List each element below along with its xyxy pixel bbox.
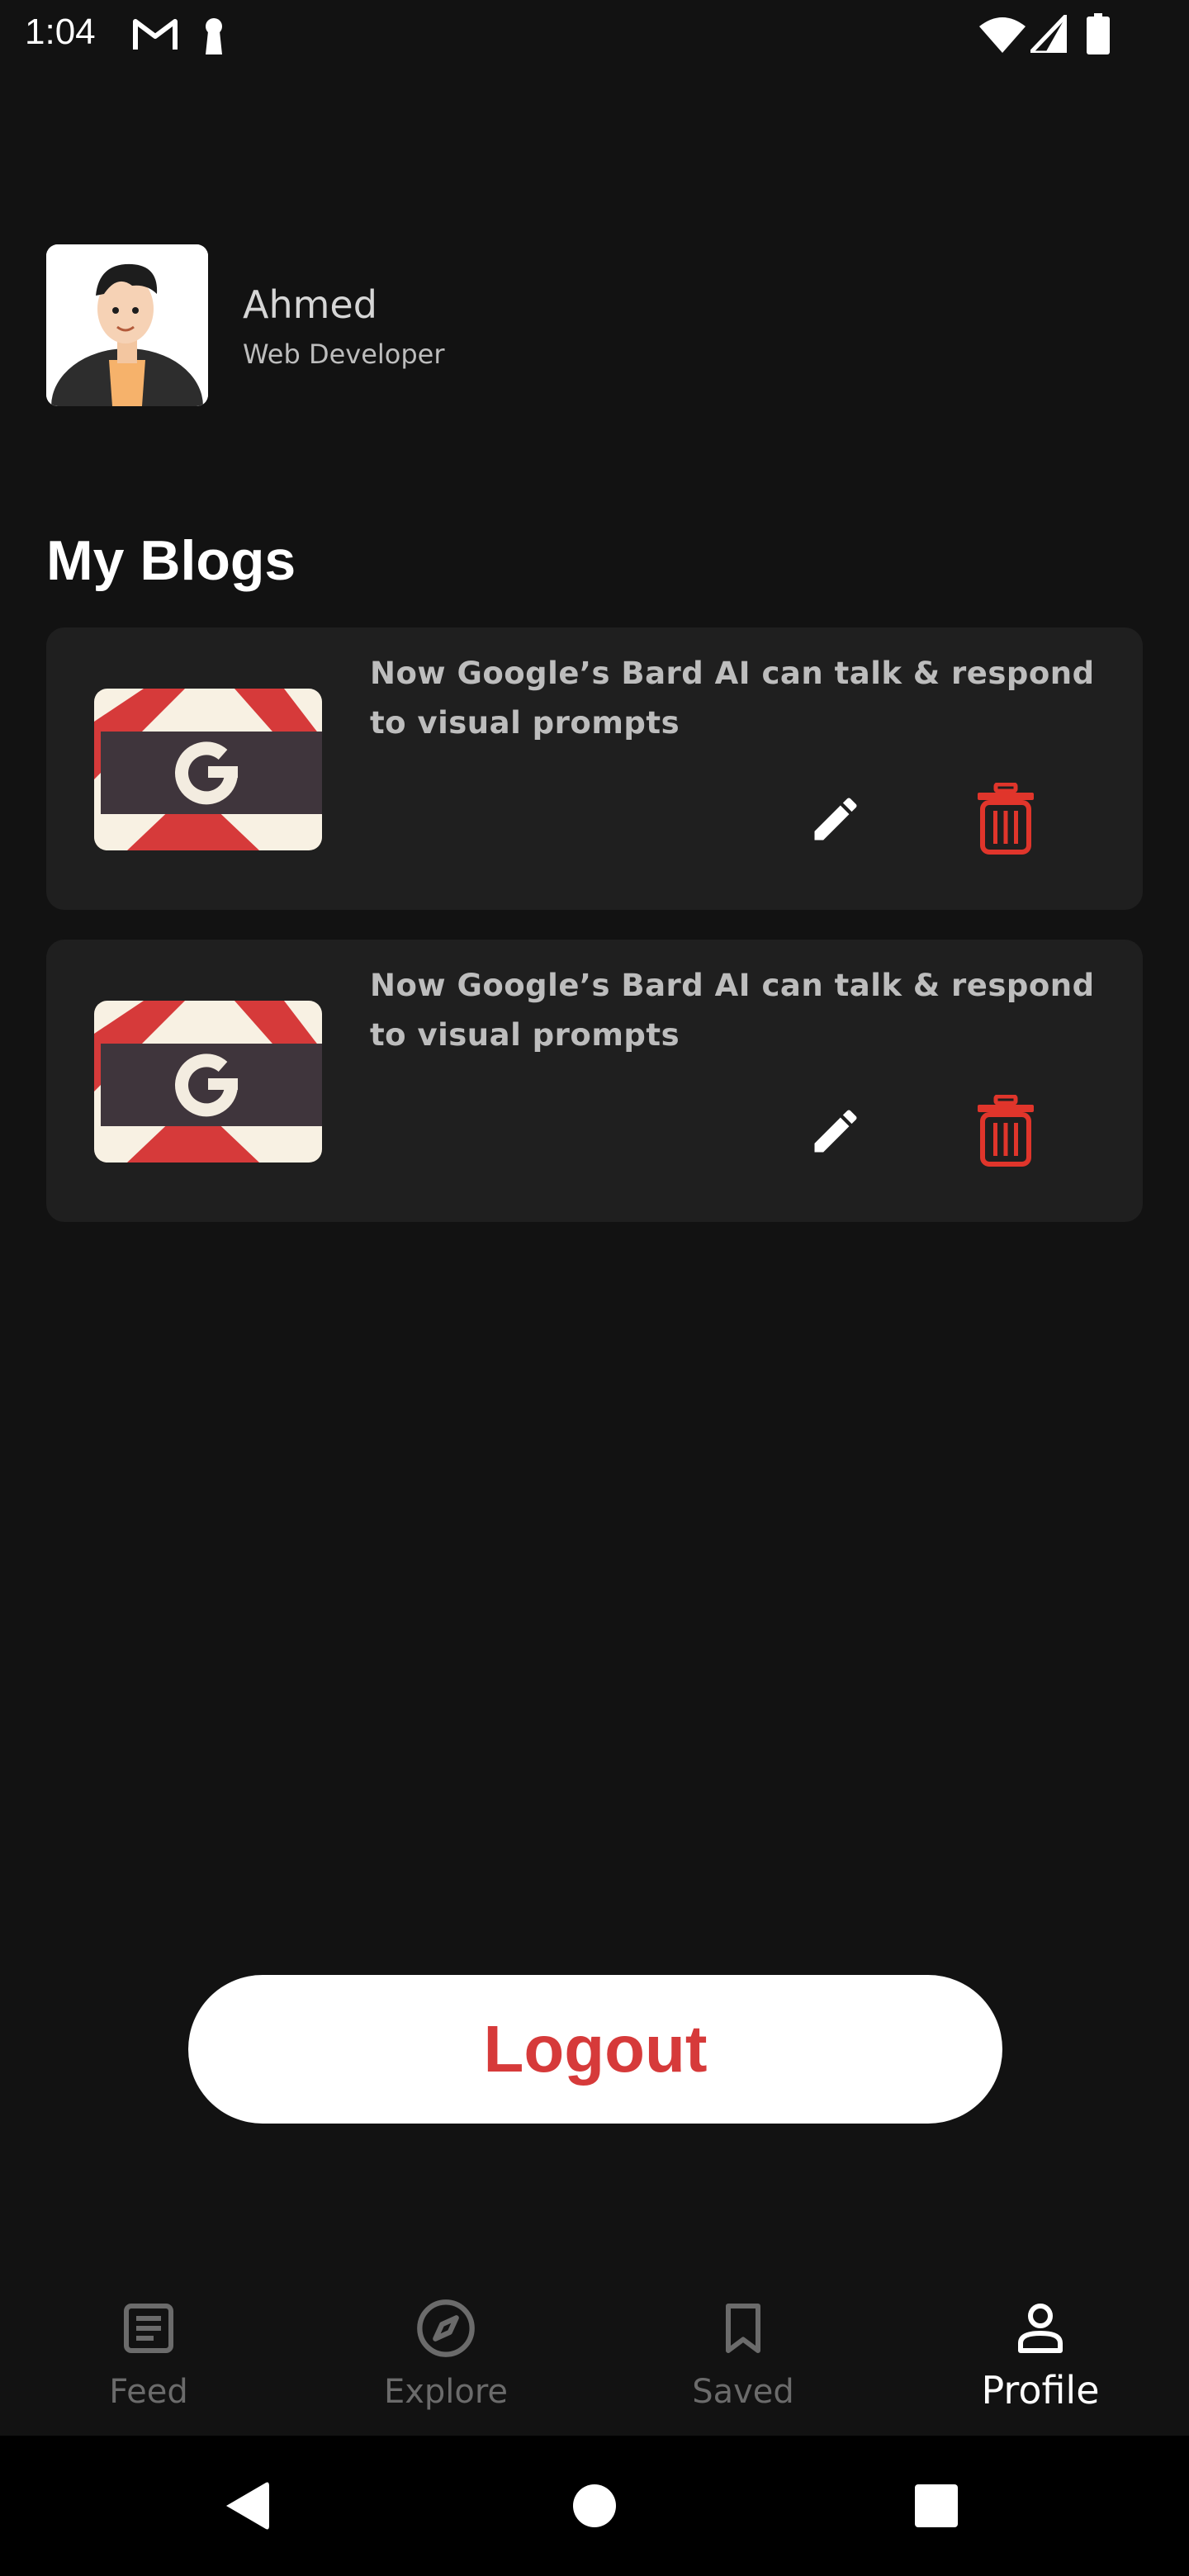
avatar[interactable] (46, 244, 208, 406)
recents-button[interactable] (887, 2436, 986, 2576)
recents-icon (915, 2484, 958, 2527)
wifi-icon (979, 17, 1026, 57)
tab-label: Feed (109, 2373, 188, 2411)
tab-label: Profile (981, 2368, 1100, 2413)
profile-role: Web Developer (243, 339, 445, 370)
blog-card[interactable]: Now Google’s Bard AI can talk & respond … (46, 940, 1143, 1222)
user-avatar (46, 244, 208, 406)
home-icon (573, 2484, 616, 2527)
status-time: 1:04 (25, 12, 96, 52)
page-title: My Blogs (46, 529, 296, 592)
tab-profile[interactable]: Profile (892, 2262, 1189, 2436)
blog-thumbnail[interactable] (94, 1001, 322, 1163)
tab-label: Saved (692, 2373, 794, 2411)
tab-saved[interactable]: Saved (594, 2262, 892, 2436)
google-g-logo (94, 1001, 322, 1163)
google-g-logo (94, 689, 322, 850)
system-nav-bar (0, 2436, 1189, 2576)
tab-label: Explore (383, 2373, 509, 2411)
tab-feed[interactable]: Feed (0, 2262, 297, 2436)
bookmark-icon (710, 2295, 776, 2361)
person-icon (1007, 2295, 1073, 2361)
gmail-icon (132, 17, 178, 57)
delete-button[interactable] (966, 779, 1045, 859)
keyhole-icon (201, 17, 226, 59)
bottom-nav: Feed Explore Saved Profile (0, 2262, 1189, 2436)
status-bar: 1:04 (0, 0, 1189, 69)
compass-icon (413, 2295, 479, 2361)
pencil-icon (814, 1110, 857, 1153)
delete-button[interactable] (966, 1091, 1045, 1171)
trash-icon (978, 1095, 1034, 1167)
trash-icon (978, 783, 1034, 855)
pencil-icon (814, 798, 857, 841)
article-icon (116, 2295, 182, 2361)
home-button[interactable] (545, 2436, 644, 2576)
back-button[interactable] (198, 2436, 297, 2576)
battery-icon (1087, 13, 1110, 59)
blog-card[interactable]: Now Google’s Bard AI can talk & respond … (46, 627, 1143, 910)
signal-icon (1028, 12, 1069, 57)
edit-button[interactable] (796, 779, 875, 859)
profile-name: Ahmed (243, 282, 377, 327)
back-icon (226, 2482, 269, 2530)
logout-button[interactable]: Logout (188, 1975, 1002, 2124)
blog-thumbnail[interactable] (94, 689, 322, 850)
edit-button[interactable] (796, 1091, 875, 1171)
tab-explore[interactable]: Explore (297, 2262, 594, 2436)
blog-title[interactable]: Now Google’s Bard AI can talk & respond … (370, 961, 1097, 1060)
blog-title[interactable]: Now Google’s Bard AI can talk & respond … (370, 649, 1097, 748)
